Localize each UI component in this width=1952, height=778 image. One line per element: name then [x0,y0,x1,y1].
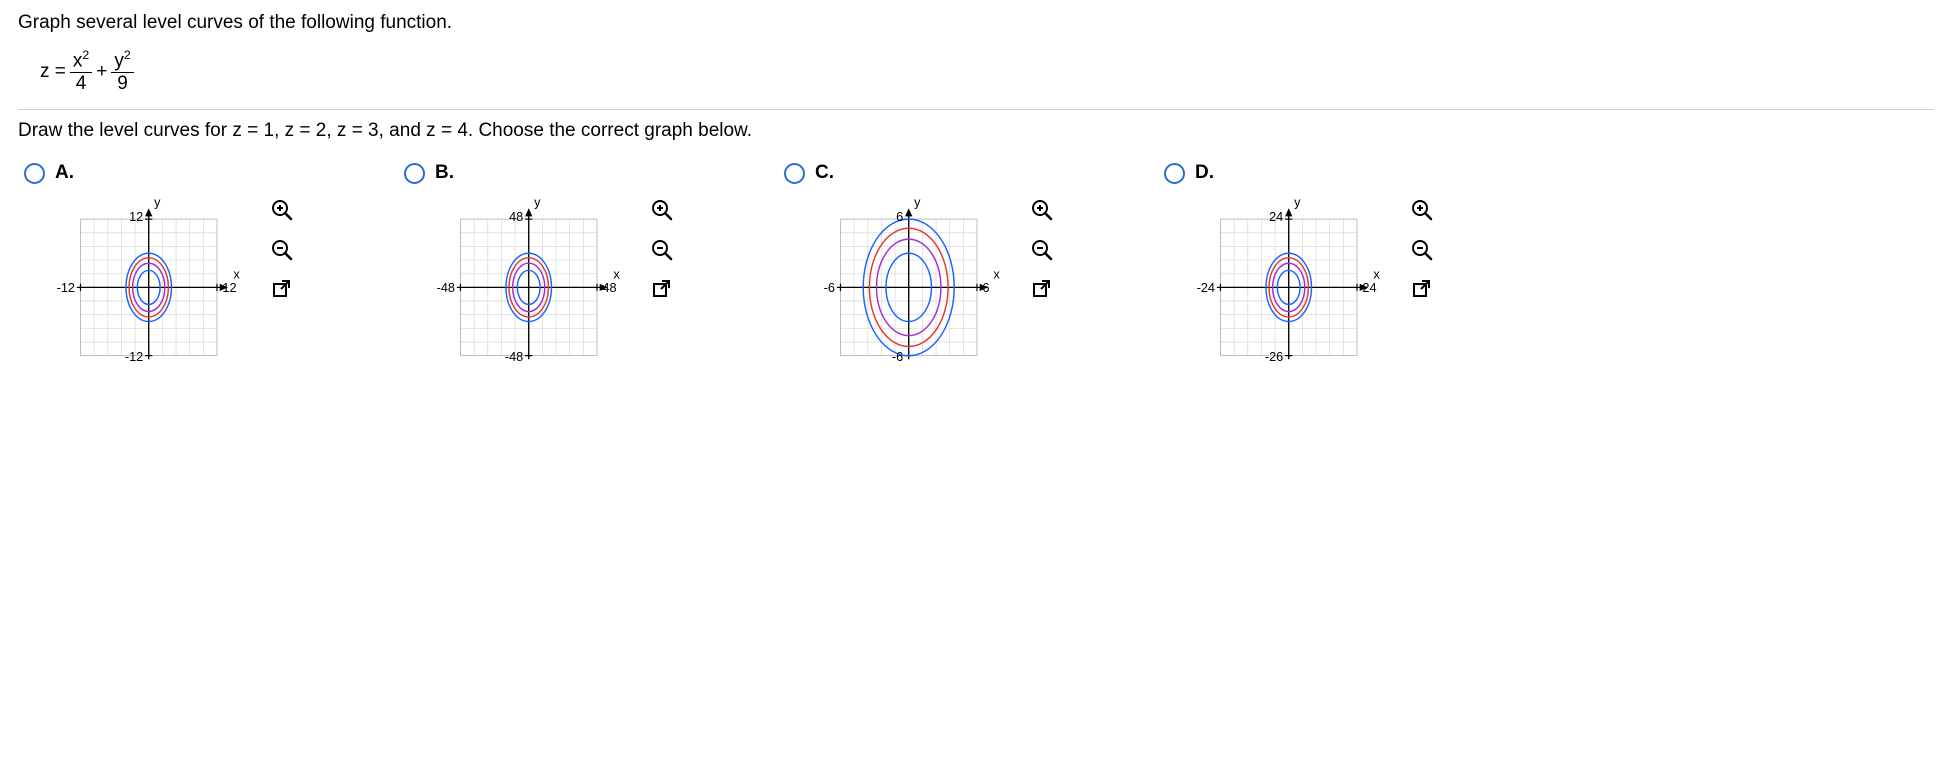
x-neg-label: -12 [57,280,75,295]
choice-label: D. [1195,162,1214,184]
radio-d[interactable] [1164,163,1185,184]
choice-label: A. [55,162,74,184]
radio-a[interactable] [24,163,45,184]
graph-plot: -12 12 12 -12 x y [54,190,258,372]
graph-tools [268,196,294,302]
y-neg-label: -6 [892,349,903,364]
choice-header[interactable]: B. [404,162,674,184]
y-neg-label: -12 [125,349,143,364]
x-neg-label: -6 [824,280,835,295]
popout-icon[interactable] [268,276,294,302]
graph-tools [1028,196,1054,302]
x-axis-label: x [1373,266,1380,281]
y-pos-label: 48 [509,209,523,224]
y-neg-label: -48 [505,349,523,364]
y-pos-label: 24 [1269,209,1283,224]
zoom-out-icon[interactable] [648,236,674,262]
eq-lhs: z = [40,61,66,83]
y-axis-label: y [154,194,161,209]
x-pos-label: 24 [1362,280,1376,295]
y-axis-label: y [534,194,541,209]
popout-icon[interactable] [1028,276,1054,302]
zoom-in-icon[interactable] [1028,196,1054,222]
zoom-in-icon[interactable] [648,196,674,222]
radio-c[interactable] [784,163,805,184]
radio-b[interactable] [404,163,425,184]
fraction-x2-4: x2 4 [70,48,92,95]
graph-plot: -24 24 24 -26 x y [1194,190,1398,372]
x-axis-label: x [233,266,240,281]
zoom-in-icon[interactable] [1408,196,1434,222]
x-pos-label: 12 [222,280,236,295]
plus-sign: + [96,61,107,83]
y-neg-label: -26 [1265,349,1283,364]
choices-row: A. -12 12 12 -12 x y [24,162,1934,372]
choice-header[interactable]: A. [24,162,294,184]
choice-label: C. [815,162,834,184]
zoom-out-icon[interactable] [1028,236,1054,262]
y-axis-label: y [914,194,921,209]
choice-header[interactable]: C. [784,162,1054,184]
zoom-in-icon[interactable] [268,196,294,222]
x-axis-label: x [613,266,620,281]
x-neg-label: -24 [1197,280,1215,295]
choice-a: A. -12 12 12 -12 x y [24,162,294,372]
fraction-y2-9: y2 9 [111,48,133,95]
graph-tools [648,196,674,302]
question-prompt: Graph several level curves of the follow… [18,12,1934,34]
zoom-out-icon[interactable] [268,236,294,262]
divider [18,109,1934,110]
x-pos-label: 48 [602,280,616,295]
x-pos-label: 6 [982,280,989,295]
choice-d: D. -24 24 24 -26 x y [1164,162,1434,372]
popout-icon[interactable] [648,276,674,302]
zoom-out-icon[interactable] [1408,236,1434,262]
equation: z = x2 4 + y2 9 [40,48,138,95]
x-neg-label: -48 [437,280,455,295]
graph-plot: -48 48 48 -48 x y [434,190,638,372]
choice-b: B. -48 48 48 -48 x y [404,162,674,372]
y-axis-label: y [1294,194,1301,209]
graph-plot: -6 6 6 -6 x y [814,190,1018,372]
choice-c: C. -6 6 6 -6 x y [784,162,1054,372]
subprompt: Draw the level curves for z = 1, z = 2, … [18,120,1934,142]
choice-label: B. [435,162,454,184]
x-axis-label: x [993,266,1000,281]
choice-header[interactable]: D. [1164,162,1434,184]
y-pos-label: 6 [896,209,903,224]
graph-tools [1408,196,1434,302]
popout-icon[interactable] [1408,276,1434,302]
y-pos-label: 12 [129,209,143,224]
